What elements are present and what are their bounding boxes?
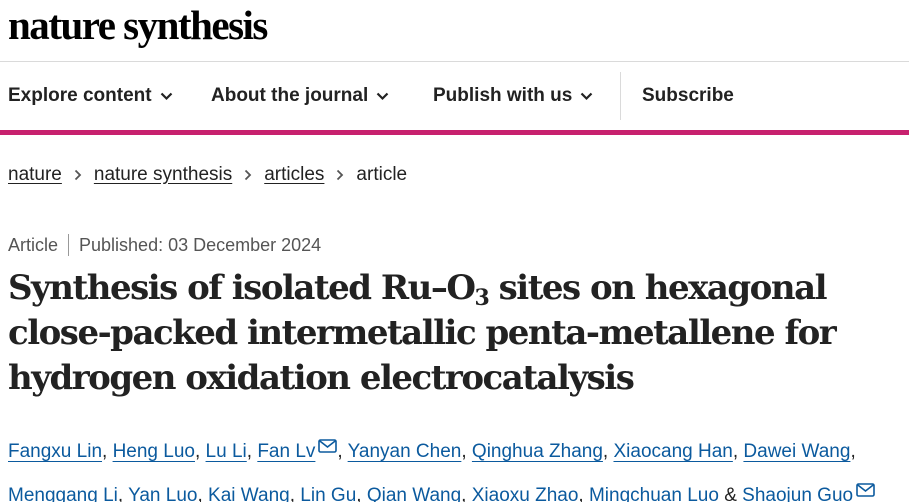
published-date: Published: 03 December 2024	[79, 234, 322, 255]
nav-publish-with-us[interactable]: Publish with us	[433, 62, 593, 130]
chevron-right-icon	[336, 169, 344, 181]
author-link[interactable]: Lin Gu	[300, 485, 356, 502]
nav-about-the-journal[interactable]: About the journal	[211, 62, 389, 130]
author-link[interactable]: Fan Lv	[257, 441, 315, 462]
author-separator: ,	[289, 485, 301, 502]
author-separator: ,	[117, 485, 129, 502]
breadcrumb-nature-synthesis[interactable]: nature synthesis	[94, 164, 232, 186]
author-link[interactable]: Fangxu Lin	[8, 441, 102, 462]
author-separator: ,	[461, 485, 472, 502]
mail-icon[interactable]	[318, 428, 338, 468]
chevron-right-icon	[74, 169, 82, 181]
article-meta: Article Published: 03 December 2024	[8, 233, 321, 257]
author-separator: ,	[461, 441, 472, 462]
author-separator: ,	[102, 441, 113, 462]
nav-publish-with-us-label: Publish with us	[433, 85, 573, 106]
breadcrumb-current: article	[356, 164, 408, 185]
author-separator: ,	[356, 485, 367, 502]
author-link[interactable]: Xiaoxu Zhao	[472, 485, 579, 502]
author-link[interactable]: Shaojun Guo	[742, 485, 853, 502]
author-separator: ,	[197, 485, 209, 502]
subscribe-label: Subscribe	[642, 85, 734, 106]
site-logo[interactable]: nature synthesis	[8, 2, 268, 48]
article-title-part-1: Synthesis of isolated Ru–O	[8, 268, 476, 308]
author-link[interactable]: Heng Luo	[113, 441, 195, 462]
author-separator: ,	[602, 441, 614, 462]
author-separator: ,	[246, 441, 258, 462]
author-link[interactable]: Mingchuan Luo	[589, 485, 719, 502]
author-link[interactable]: Qian Wang	[367, 485, 461, 502]
author-separator: &	[718, 485, 743, 502]
nav-divider	[620, 72, 621, 120]
nav-accent-bar	[0, 130, 909, 135]
author-separator: ,	[337, 441, 348, 462]
article-title-subscript: 3	[474, 285, 489, 311]
breadcrumb: nature nature synthesis articles article	[8, 162, 407, 188]
nav-explore-content[interactable]: Explore content	[8, 62, 173, 130]
author-link[interactable]: Lu Li	[206, 441, 247, 462]
masthead: nature synthesis	[8, 2, 268, 50]
author-link[interactable]: Qinghua Zhang	[472, 441, 603, 462]
mail-icon[interactable]	[856, 472, 875, 502]
author-link[interactable]: Yan Luo	[128, 485, 197, 502]
nav-explore-content-label: Explore content	[8, 85, 152, 106]
main-nav: Explore content About the journal Publis…	[0, 62, 909, 130]
author-link[interactable]: Dawei Wang	[743, 441, 850, 462]
author-separator: ,	[194, 441, 206, 462]
nav-about-the-journal-label: About the journal	[211, 85, 369, 106]
article-type: Article	[8, 234, 59, 255]
author-list: Fangxu Lin, Heng Luo, Lu Li, Fan Lv, Yan…	[8, 428, 908, 502]
chevron-down-icon	[376, 92, 389, 101]
chevron-down-icon	[160, 92, 173, 101]
subscribe-link[interactable]: Subscribe	[642, 62, 734, 130]
breadcrumb-articles[interactable]: articles	[264, 164, 324, 186]
author-link[interactable]: Xiaocang Han	[613, 441, 732, 462]
author-link[interactable]: Yanyan Chen	[348, 441, 462, 462]
chevron-down-icon	[580, 92, 593, 101]
author-separator: ,	[578, 485, 589, 502]
meta-divider	[68, 234, 70, 256]
author-separator: ,	[732, 441, 744, 462]
author-link[interactable]: Menggang Li	[8, 485, 118, 502]
author-link[interactable]: Kai Wang	[208, 485, 290, 502]
article-title: Synthesis of isolated Ru–O3 sites on hex…	[8, 266, 903, 401]
chevron-right-icon	[244, 169, 252, 181]
breadcrumb-nature[interactable]: nature	[8, 164, 62, 186]
author-separator: ,	[850, 441, 856, 462]
